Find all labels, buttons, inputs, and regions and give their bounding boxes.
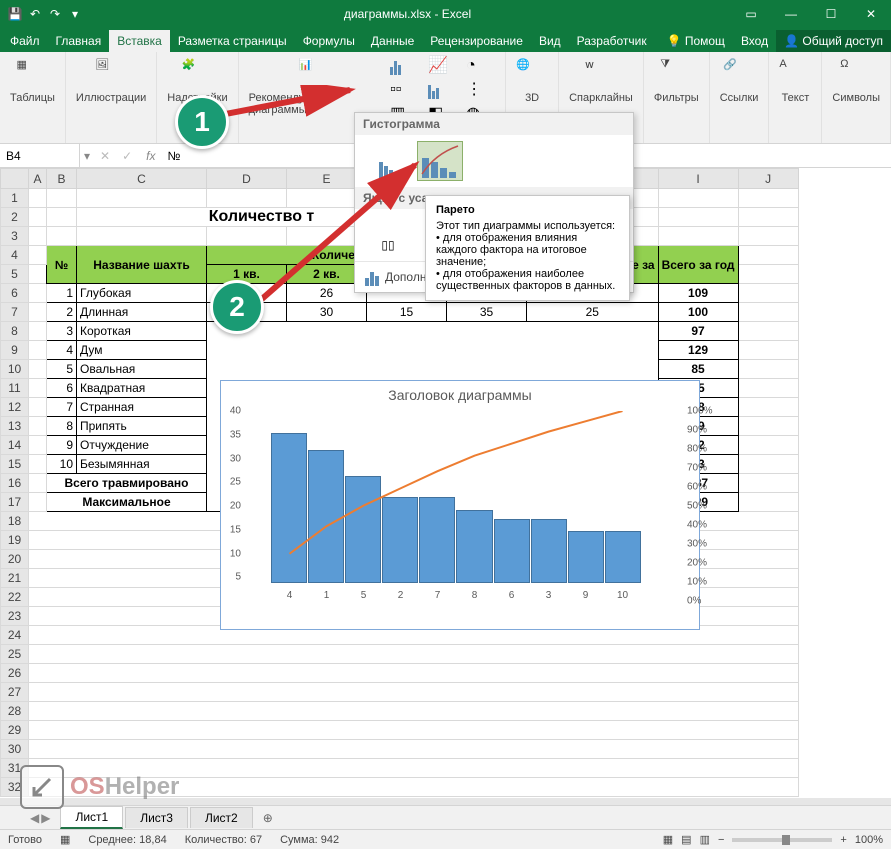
col-header[interactable]: B bbox=[47, 169, 77, 189]
title-bar: 💾 ↶ ↷ ▾ диаграммы.xlsx - Excel ▭ — ☐ ✕ bbox=[0, 0, 891, 28]
status-count: Количество: 67 bbox=[185, 834, 262, 846]
addin-icon: 🧩 bbox=[181, 58, 213, 90]
status-ready: Готово bbox=[8, 834, 42, 846]
watermark: OSHelper bbox=[20, 765, 179, 809]
arrow-1 bbox=[220, 85, 360, 125]
add-sheet-icon[interactable]: ⊕ bbox=[255, 811, 281, 825]
zoom-out-icon[interactable]: − bbox=[718, 834, 724, 846]
watermark-logo-icon bbox=[20, 765, 64, 809]
fx-icon[interactable]: fx bbox=[138, 149, 163, 163]
namebox-dropdown-icon[interactable]: ▾ bbox=[80, 149, 94, 163]
tab-home[interactable]: Главная bbox=[48, 30, 110, 52]
status-bar: Готово ▦ Среднее: 18,84 Количество: 67 С… bbox=[0, 829, 891, 849]
tab-data[interactable]: Данные bbox=[363, 30, 422, 52]
line-chart-icon[interactable]: 📈 bbox=[427, 56, 457, 76]
status-record-icon[interactable]: ▦ bbox=[60, 833, 70, 846]
tooltip-body: Этот тип диаграммы используется: • для о… bbox=[436, 220, 619, 292]
status-sum: Сумма: 942 bbox=[280, 834, 339, 846]
picture-icon: 🖼 bbox=[95, 58, 127, 90]
sheet-tab[interactable]: Лист1 bbox=[60, 806, 123, 829]
zoom-in-icon[interactable]: + bbox=[840, 834, 846, 846]
arrow-2 bbox=[255, 160, 425, 310]
col-header[interactable]: I bbox=[658, 169, 738, 189]
sheet-nav-prev-icon[interactable]: ◀ bbox=[30, 811, 39, 825]
tooltip-title: Парето bbox=[436, 204, 619, 216]
maximize-icon[interactable]: ☐ bbox=[811, 0, 851, 28]
undo-icon[interactable]: ↶ bbox=[26, 5, 44, 23]
ribbon-options-icon[interactable]: ▭ bbox=[731, 0, 771, 28]
statistic-chart-icon[interactable] bbox=[427, 80, 457, 100]
redo-icon[interactable]: ↷ bbox=[46, 5, 64, 23]
status-avg: Среднее: 18,84 bbox=[88, 834, 166, 846]
link-icon: 🔗 bbox=[723, 58, 755, 90]
tab-signin[interactable]: Вход bbox=[733, 30, 776, 52]
x-axis: 41527863910 bbox=[271, 590, 641, 601]
column-chart-icon[interactable] bbox=[389, 56, 419, 76]
select-all-corner[interactable] bbox=[1, 169, 29, 189]
col-header[interactable]: C bbox=[77, 169, 207, 189]
view-layout-icon[interactable]: ▤ bbox=[681, 833, 691, 846]
pie-chart-icon[interactable]: ◔ bbox=[465, 56, 495, 76]
sheet-tab[interactable]: Лист2 bbox=[190, 807, 253, 828]
symbol-icon: Ω bbox=[840, 58, 872, 90]
filters-button[interactable]: ⧩Фильтры bbox=[650, 56, 703, 106]
tab-share[interactable]: 👤 Общий доступ bbox=[776, 30, 891, 52]
tours-button[interactable]: 🌐3D bbox=[512, 56, 552, 106]
minimize-icon[interactable]: — bbox=[771, 0, 811, 28]
tables-button[interactable]: ▦Таблицы bbox=[6, 56, 59, 106]
sheet-nav-next-icon[interactable]: ▶ bbox=[41, 811, 50, 825]
table-icon: ▦ bbox=[16, 58, 48, 90]
pareto-icon bbox=[420, 144, 460, 178]
tab-review[interactable]: Рецензирование bbox=[422, 30, 531, 52]
tab-developer[interactable]: Разработчик bbox=[569, 30, 655, 52]
qat-more-icon[interactable]: ▾ bbox=[66, 5, 84, 23]
tab-view[interactable]: Вид bbox=[531, 30, 569, 52]
save-icon[interactable]: 💾 bbox=[6, 5, 24, 23]
tab-formulas[interactable]: Формулы bbox=[295, 30, 363, 52]
chart-title: Заголовок диаграммы bbox=[221, 381, 699, 409]
cancel-icon[interactable]: ✕ bbox=[94, 149, 116, 163]
dropdown-section-label: Гистограмма bbox=[355, 113, 633, 135]
scatter-chart-icon[interactable]: ⋮ bbox=[465, 80, 495, 100]
globe-icon: 🌐 bbox=[516, 58, 548, 90]
name-box[interactable]: B4 bbox=[0, 144, 80, 167]
view-break-icon[interactable]: ▥ bbox=[700, 833, 710, 846]
enter-icon[interactable]: ✓ bbox=[116, 149, 138, 163]
sheet-tab[interactable]: Лист3 bbox=[125, 807, 188, 828]
ribbon-tabs: Файл Главная Вставка Разметка страницы Ф… bbox=[0, 28, 891, 52]
col-header[interactable]: J bbox=[738, 169, 798, 189]
filter-icon: ⧩ bbox=[660, 58, 692, 90]
tab-layout[interactable]: Разметка страницы bbox=[170, 30, 295, 52]
text-button[interactable]: AТекст bbox=[775, 56, 815, 106]
symbols-button[interactable]: ΩСимволы bbox=[828, 56, 884, 106]
zoom-slider[interactable] bbox=[732, 838, 832, 842]
hierarchy-chart-icon[interactable]: ▫▫ bbox=[389, 80, 419, 100]
view-normal-icon[interactable]: ▦ bbox=[663, 833, 673, 846]
close-icon[interactable]: ✕ bbox=[851, 0, 891, 28]
window-title: диаграммы.xlsx - Excel bbox=[84, 7, 731, 21]
chart-tooltip: Парето Этот тип диаграммы используется: … bbox=[425, 195, 630, 301]
illustrations-button[interactable]: 🖼Иллюстрации bbox=[72, 56, 150, 106]
spark-icon: 𝗐 bbox=[585, 58, 617, 90]
callout-badge-2: 2 bbox=[210, 280, 264, 334]
tab-help[interactable]: 💡 Помощ bbox=[659, 30, 733, 52]
callout-badge-1: 1 bbox=[175, 95, 229, 149]
col-header[interactable]: A bbox=[29, 169, 47, 189]
sparklines-button[interactable]: 𝗐Спарклайны bbox=[565, 56, 637, 106]
links-button[interactable]: 🔗Ссылки bbox=[716, 56, 763, 106]
tab-file[interactable]: Файл bbox=[2, 30, 48, 52]
chart-bars bbox=[271, 411, 641, 583]
tab-insert[interactable]: Вставка bbox=[109, 30, 170, 52]
chart-preview[interactable]: Заголовок диаграммы 403530252015105 100%… bbox=[220, 380, 700, 630]
text-icon: A bbox=[779, 58, 811, 90]
formula-input[interactable]: № bbox=[164, 149, 185, 163]
zoom-value[interactable]: 100% bbox=[855, 834, 883, 846]
